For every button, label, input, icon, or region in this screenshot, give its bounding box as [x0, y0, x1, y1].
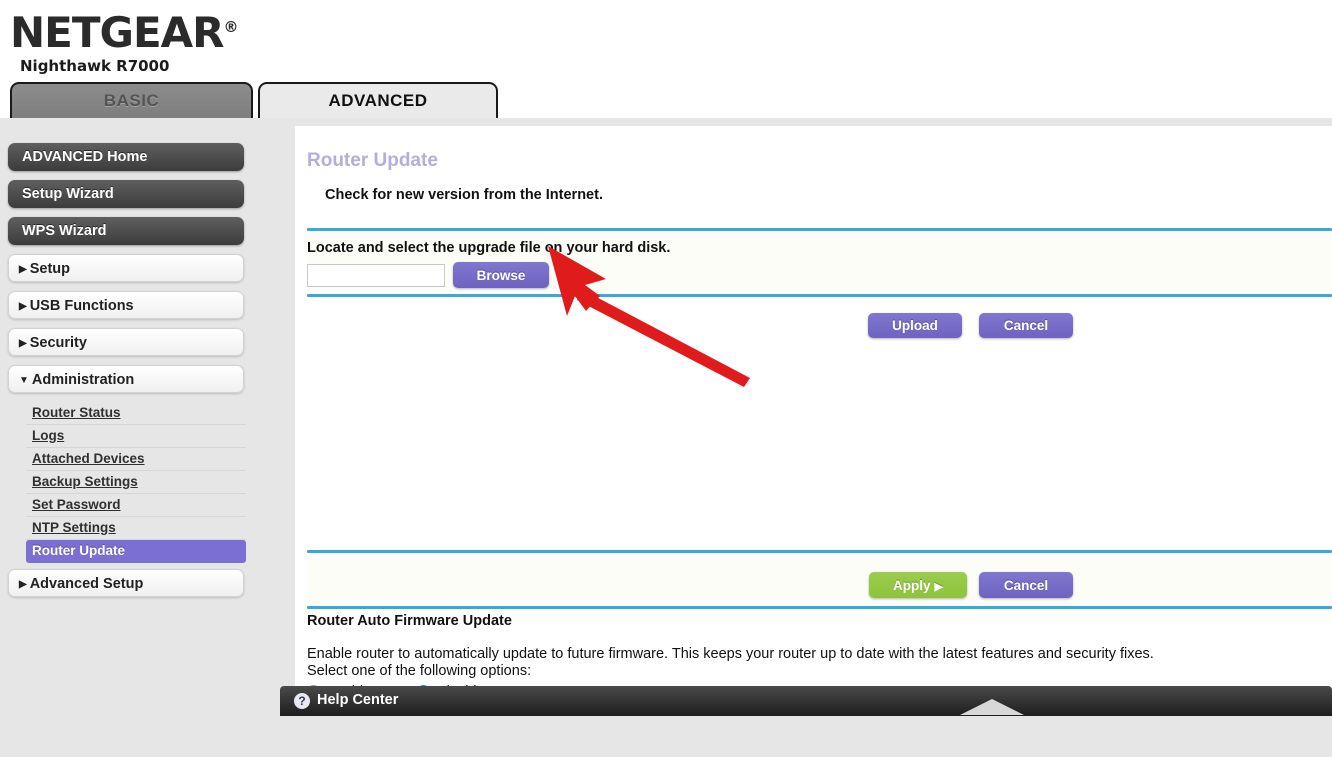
sidebar-group-security[interactable]: ▶ Security [8, 328, 244, 356]
chevron-up-icon[interactable] [960, 699, 1024, 715]
sidebar-item-set-password[interactable]: Set Password [26, 494, 246, 517]
registered-mark-icon: ® [223, 18, 239, 36]
auto-update-select-line: Select one of the following options: [307, 663, 532, 679]
help-center-label: Help Center [317, 692, 399, 708]
sidebar-item-router-status-label: Router Status [32, 405, 121, 420]
sidebar-item-backup-settings-label: Backup Settings [32, 474, 138, 489]
cancel-button-upload[interactable]: Cancel [979, 313, 1073, 338]
sidebar-item-attached-devices[interactable]: Attached Devices [26, 448, 246, 471]
sidebar-group-setup[interactable]: ▶ Setup [8, 254, 244, 282]
sidebar-item-router-update-label: Router Update [32, 543, 126, 558]
apply-button[interactable]: Apply ▶ [869, 572, 967, 598]
tab-advanced[interactable]: ADVANCED [258, 82, 498, 118]
cancel-button-apply[interactable]: Cancel [979, 572, 1073, 598]
sidebar-group-setup-label: Setup [29, 261, 70, 277]
chevron-down-icon: ▼ [19, 375, 29, 386]
auto-update-title: Router Auto Firmware Update [307, 613, 512, 629]
sidebar-item-backup-settings[interactable]: Backup Settings [26, 471, 246, 494]
sidebar-item-attached-devices-label: Attached Devices [32, 451, 145, 466]
netgear-wordmark: NETGEAR® [10, 4, 239, 57]
auto-update-description-text: Enable router to automatically update to… [307, 646, 1154, 662]
sidebar-group-advanced-setup[interactable]: ▶ Advanced Setup [8, 569, 244, 597]
sidebar-item-ntp-settings[interactable]: NTP Settings [26, 517, 246, 540]
sidebar-item-logs-label: Logs [32, 428, 65, 443]
router-admin-page: NETGEAR® Nighthawk R7000 BASIC ADVANCED … [0, 0, 1332, 757]
upload-button[interactable]: Upload [868, 313, 962, 338]
sidebar-item-router-status[interactable]: Router Status [26, 402, 246, 425]
tab-basic[interactable]: BASIC [10, 82, 253, 118]
netgear-wordmark-text: NETGEAR [10, 8, 224, 57]
brand-logo: NETGEAR® Nighthawk R7000 [10, 4, 239, 76]
sidebar-item-ntp-settings-label: NTP Settings [32, 520, 116, 535]
sidebar-group-advanced-setup-label: Advanced Setup [29, 576, 144, 592]
question-mark-icon: ? [294, 693, 310, 709]
firmware-file-input[interactable] [307, 264, 445, 287]
chevron-right-icon: ▶ [19, 264, 27, 275]
play-arrow-icon: ▶ [934, 580, 943, 593]
sidebar-group-administration[interactable]: ▼ Administration [8, 365, 244, 393]
page-title: Router Update [307, 150, 438, 171]
sidebar-group-security-label: Security [29, 335, 87, 351]
divider-apply-bottom [307, 606, 1332, 609]
body-area: ADVANCED Home Setup Wizard WPS Wizard ▶ S… [0, 118, 1332, 718]
sidebar-group-usb-functions-label: USB Functions [29, 298, 134, 314]
apply-button-label: Apply [893, 577, 931, 593]
auto-update-description: Enable router to automatically update to… [307, 646, 1307, 680]
sidebar-nav: ADVANCED Home Setup Wizard WPS Wizard ▶ S… [0, 118, 262, 718]
content-panel: Router Update Check for new version from… [295, 126, 1332, 701]
router-model-label: Nighthawk R7000 [20, 57, 170, 75]
sidebar-item-router-update[interactable]: Router Update [26, 540, 246, 563]
administration-submenu: Router Status Logs Attached Devices Back… [26, 402, 246, 563]
chevron-right-icon: ▶ [19, 338, 27, 349]
sidebar-item-wps-wizard[interactable]: WPS Wizard [8, 217, 244, 245]
sidebar-item-advanced-home[interactable]: ADVANCED Home [8, 143, 244, 171]
help-center-bar[interactable]: ? Help Center [280, 686, 1332, 716]
browse-button[interactable]: Browse [453, 262, 549, 288]
chevron-right-icon: ▶ [19, 301, 27, 312]
apply-section-band [307, 553, 1332, 606]
sidebar-group-administration-label: Administration [31, 372, 135, 388]
divider-upload [307, 294, 1332, 297]
sidebar-item-setup-wizard[interactable]: Setup Wizard [8, 180, 244, 208]
page-header: NETGEAR® Nighthawk R7000 [0, 0, 1332, 82]
main-tab-bar: BASIC ADVANCED [0, 82, 1332, 118]
locate-file-label: Locate and select the upgrade file on yo… [307, 240, 671, 256]
page-subtitle: Check for new version from the Internet. [325, 187, 603, 203]
chevron-right-icon: ▶ [19, 579, 27, 590]
sidebar-item-set-password-label: Set Password [32, 497, 121, 512]
sidebar-item-logs[interactable]: Logs [26, 425, 246, 448]
sidebar-group-usb-functions[interactable]: ▶ USB Functions [8, 291, 244, 319]
